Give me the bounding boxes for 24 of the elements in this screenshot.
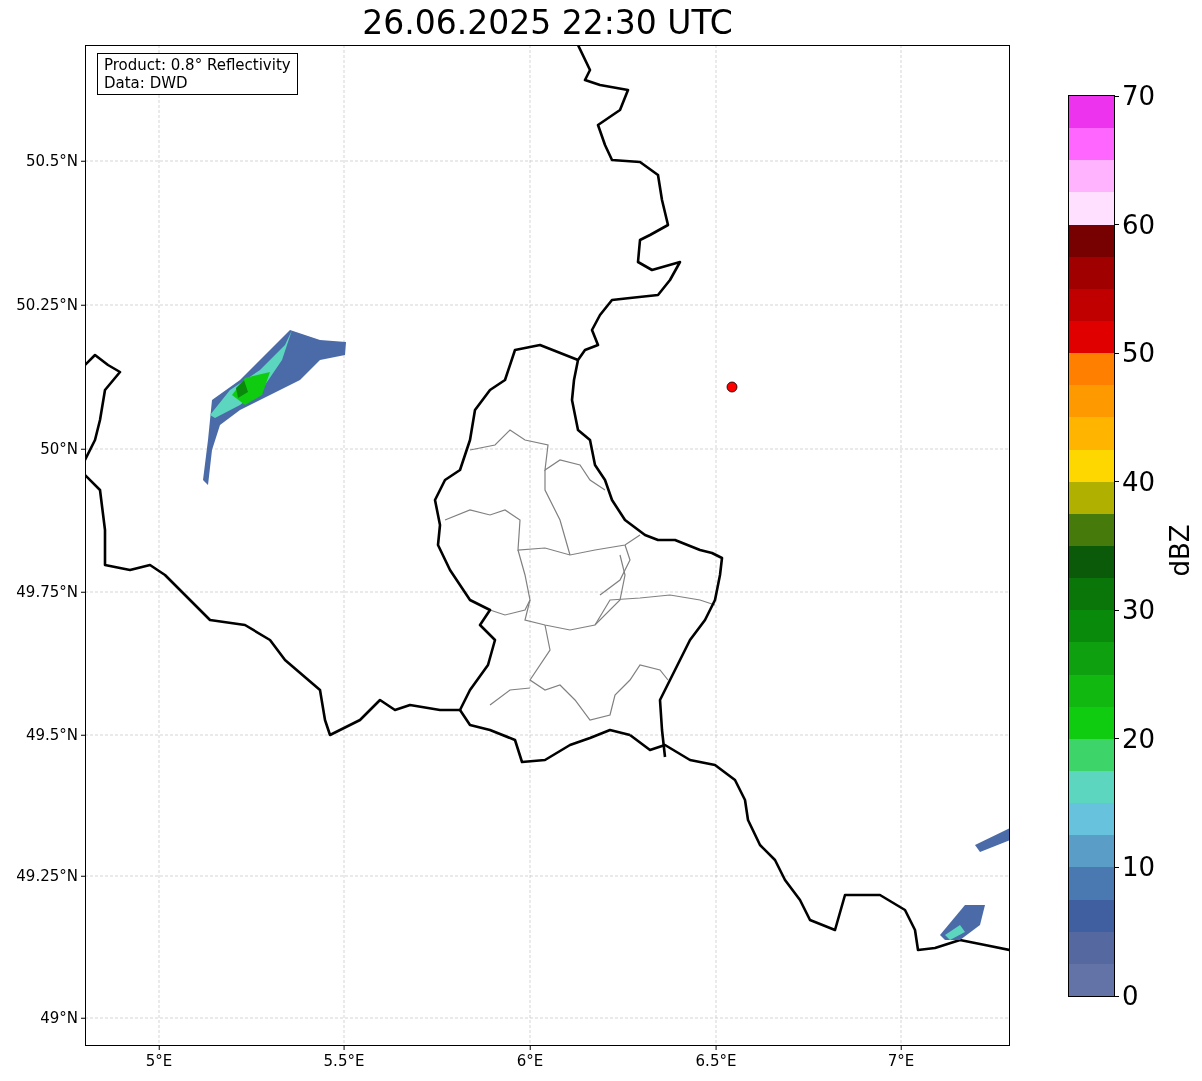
axis-tick-label: 49.25°N xyxy=(16,865,78,887)
color-bar-label: dBZ xyxy=(1163,523,1196,577)
info-text: Product: 0.8° Reflectivity xyxy=(104,56,291,74)
info-text: Data: DWD xyxy=(104,74,189,92)
axis-tick-label: 5°E xyxy=(145,1051,173,1072)
axis-tick-label: 5.5°E xyxy=(323,1051,365,1072)
color-bar-tick-label: 10 xyxy=(1122,852,1156,883)
axis-tick-label: 49.75°N xyxy=(16,581,78,603)
color-bar-tick-label: 20 xyxy=(1122,723,1156,754)
color-bar-tick-label: 50 xyxy=(1122,338,1156,369)
axis-tick-label: 50.5°N xyxy=(25,150,78,172)
axis-tick-label: 50°N xyxy=(40,438,78,460)
axis-tick-label: 49°N xyxy=(40,1007,78,1029)
color-bar-tick-label: 40 xyxy=(1122,466,1156,497)
color-bar-tick-label: 60 xyxy=(1122,209,1156,240)
axis-tick-label: 7°E xyxy=(887,1051,915,1072)
axis-tick-label: 49.5°N xyxy=(25,724,78,746)
color-bar-tick-label: 70 xyxy=(1122,81,1156,111)
axis-tick-label: 6.5°E xyxy=(695,1051,737,1072)
chart-title: 26.06.2025 22:30 UTC xyxy=(361,2,734,44)
color-bar-tick-label: 0 xyxy=(1122,981,1139,1011)
axis-tick-label: 6°E xyxy=(516,1051,544,1072)
color-bar-tick-label: 30 xyxy=(1122,595,1156,626)
axis-tick-label: 50.25°N xyxy=(16,294,78,316)
